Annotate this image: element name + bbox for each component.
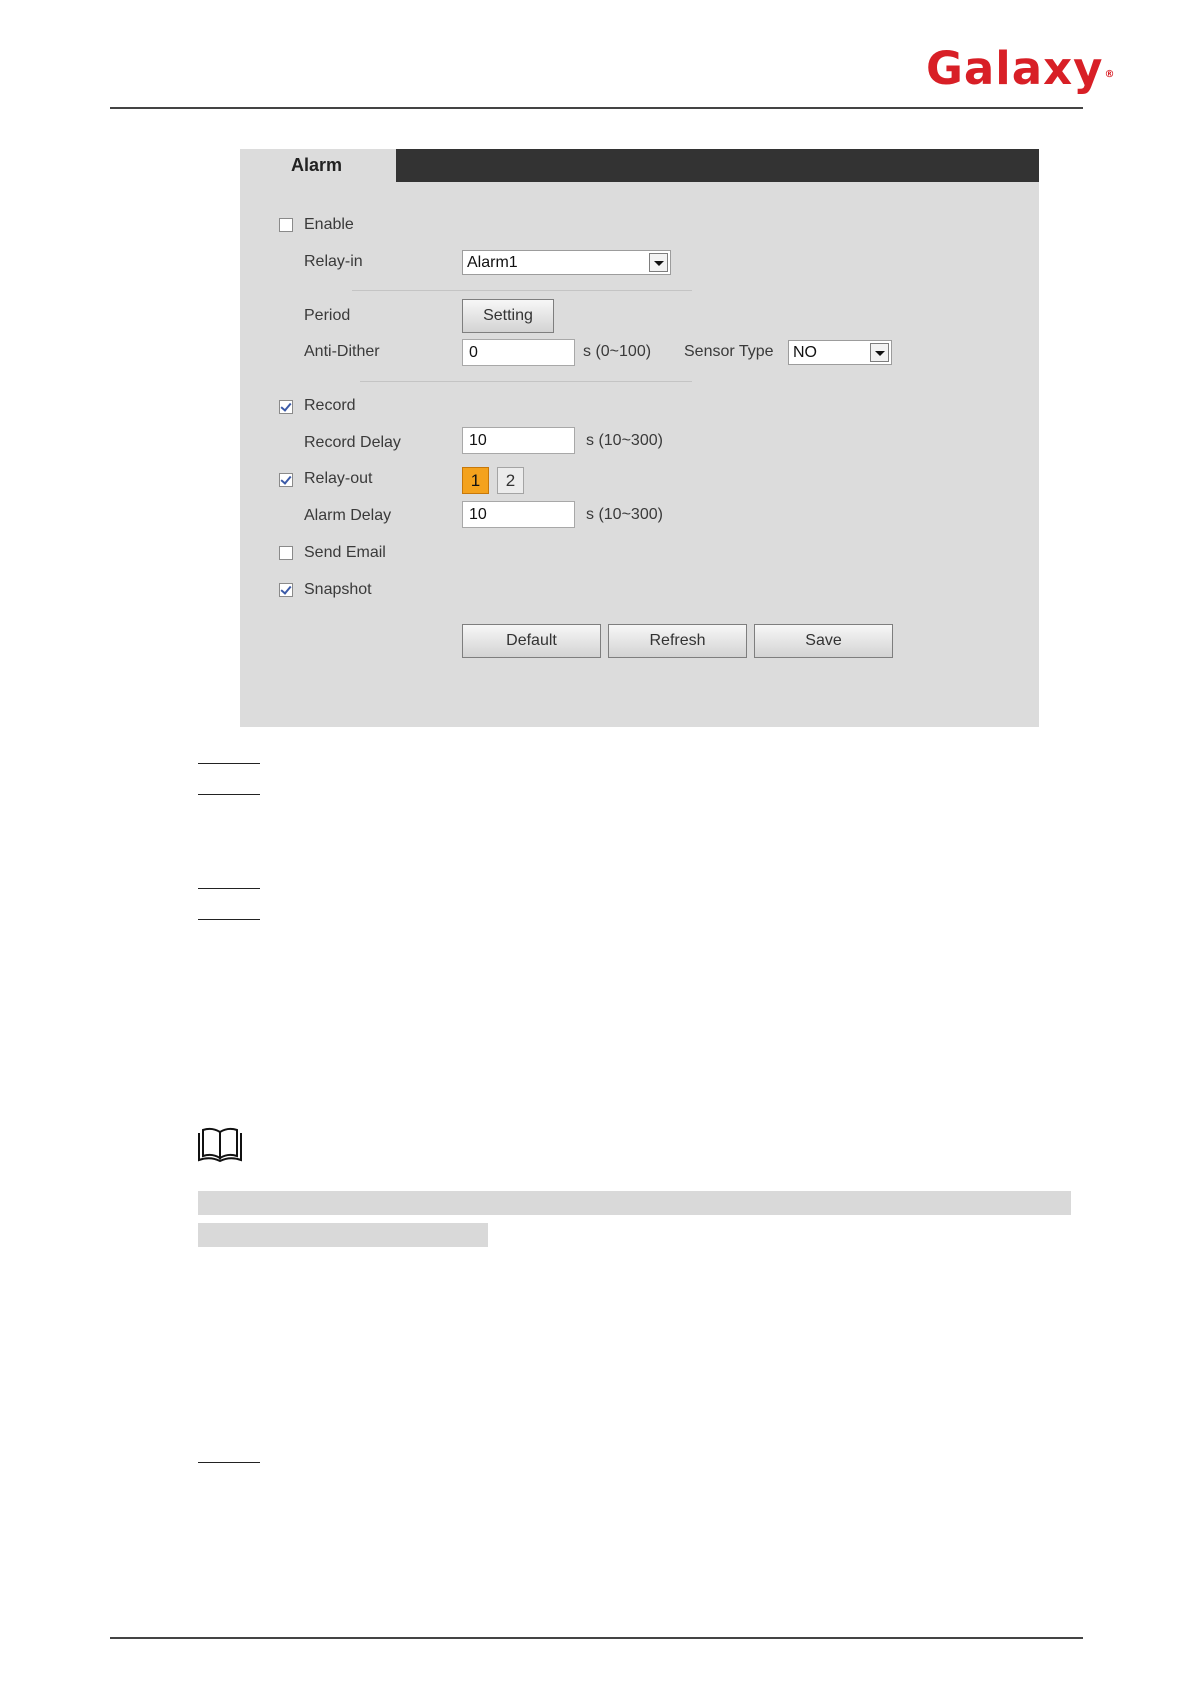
send-email-label: Send Email bbox=[304, 544, 386, 561]
alarm-settings-panel: Alarm Enable Relay-in Alarm1 Period Sett… bbox=[240, 149, 1039, 727]
dropdown-arrow-icon[interactable] bbox=[649, 253, 668, 272]
book-icon bbox=[198, 1127, 242, 1163]
relay-in-value: Alarm1 bbox=[467, 254, 518, 271]
relay-out-channel-2[interactable]: 2 bbox=[497, 467, 524, 494]
step-marker bbox=[198, 919, 260, 920]
note-text-line bbox=[198, 1223, 488, 1247]
alarm-delay-range: s (10~300) bbox=[586, 506, 663, 523]
send-email-checkbox[interactable] bbox=[279, 546, 293, 560]
snapshot-checkbox[interactable] bbox=[279, 583, 293, 597]
relay-in-select[interactable]: Alarm1 bbox=[462, 250, 671, 275]
registered-mark: ® bbox=[1104, 69, 1116, 80]
snapshot-label: Snapshot bbox=[304, 581, 372, 598]
note-text-line bbox=[198, 1191, 1071, 1215]
tab-alarm[interactable]: Alarm bbox=[291, 155, 342, 176]
record-checkbox[interactable] bbox=[279, 400, 293, 414]
relay-in-label: Relay-in bbox=[304, 253, 363, 270]
anti-dither-label: Anti-Dither bbox=[304, 343, 380, 360]
period-setting-button[interactable]: Setting bbox=[462, 299, 554, 333]
sensor-type-select[interactable]: NO bbox=[788, 340, 892, 365]
brand-logo: Galaxy ® bbox=[926, 42, 1114, 95]
brand-logo-text: Galaxy bbox=[926, 42, 1104, 95]
record-delay-input[interactable]: 10 bbox=[462, 427, 575, 454]
refresh-button[interactable]: Refresh bbox=[608, 624, 747, 658]
alarm-delay-label: Alarm Delay bbox=[304, 507, 392, 524]
footer-rule bbox=[110, 1637, 1083, 1639]
relay-out-label: Relay-out bbox=[304, 470, 373, 487]
divider bbox=[352, 290, 692, 291]
step-marker bbox=[198, 888, 260, 889]
step-marker bbox=[198, 794, 260, 795]
sensor-type-label: Sensor Type bbox=[684, 343, 774, 360]
save-button[interactable]: Save bbox=[754, 624, 893, 658]
anti-dither-range: s (0~100) bbox=[583, 343, 652, 360]
anti-dither-input[interactable]: 0 bbox=[462, 339, 575, 366]
header-rule bbox=[110, 107, 1083, 109]
record-delay-value: 10 bbox=[469, 432, 487, 449]
sensor-type-value: NO bbox=[793, 344, 817, 361]
enable-checkbox[interactable] bbox=[279, 218, 293, 232]
record-delay-range: s (10~300) bbox=[586, 432, 663, 449]
divider bbox=[360, 381, 692, 382]
relay-out-checkbox[interactable] bbox=[279, 473, 293, 487]
anti-dither-value: 0 bbox=[469, 344, 478, 361]
relay-out-channel-1[interactable]: 1 bbox=[462, 467, 489, 494]
record-label: Record bbox=[304, 397, 356, 414]
step-marker bbox=[198, 1462, 260, 1463]
default-button[interactable]: Default bbox=[462, 624, 601, 658]
period-label: Period bbox=[304, 307, 351, 324]
record-delay-label: Record Delay bbox=[304, 434, 401, 451]
panel-header-bar bbox=[396, 149, 1039, 182]
enable-label: Enable bbox=[304, 216, 354, 233]
alarm-delay-input[interactable]: 10 bbox=[462, 501, 575, 528]
alarm-delay-value: 10 bbox=[469, 506, 487, 523]
dropdown-arrow-icon[interactable] bbox=[870, 343, 889, 362]
step-marker bbox=[198, 763, 260, 764]
